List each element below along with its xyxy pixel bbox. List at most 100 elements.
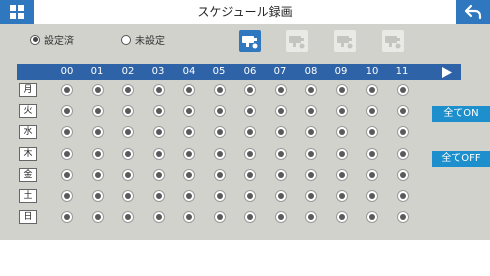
schedule-cell[interactable] [183,169,195,181]
schedule-cell[interactable] [274,190,287,202]
schedule-cell[interactable] [183,148,195,160]
schedule-cell[interactable] [335,211,348,223]
day-label-thu: 木 [19,147,37,161]
schedule-cell[interactable] [152,126,165,138]
schedule-cell[interactable] [61,84,73,96]
camera-4-tab[interactable] [382,30,404,52]
hour-label: 00 [60,66,74,77]
schedule-cell[interactable] [91,126,104,138]
schedule-cell[interactable] [366,211,378,223]
schedule-cell[interactable] [91,105,104,117]
schedule-cell[interactable] [396,148,409,160]
camera-2-tab[interactable] [286,30,308,52]
schedule-cell[interactable] [244,169,256,181]
schedule-cell[interactable] [366,169,378,181]
hour-label: 07 [273,66,287,77]
schedule-cell[interactable] [213,84,226,96]
schedule-cell[interactable] [61,169,73,181]
schedule-cell[interactable] [274,148,287,160]
schedule-cell[interactable] [152,169,165,181]
legend-unset-label: 未設定 [135,36,165,47]
schedule-cell[interactable] [122,190,134,202]
schedule-cell[interactable] [122,211,134,223]
schedule-cell[interactable] [366,190,378,202]
schedule-cell[interactable] [244,211,256,223]
schedule-cell[interactable] [91,148,104,160]
schedule-cell[interactable] [396,190,409,202]
schedule-cell[interactable] [305,84,317,96]
schedule-cell[interactable] [305,126,317,138]
schedule-cell[interactable] [305,190,317,202]
schedule-cell[interactable] [213,105,226,117]
camera-icon [337,36,353,49]
schedule-cell[interactable] [122,169,134,181]
schedule-cell[interactable] [183,105,195,117]
schedule-cell[interactable] [61,190,73,202]
schedule-cell[interactable] [213,169,226,181]
schedule-cell[interactable] [122,148,134,160]
schedule-cell[interactable] [396,84,409,96]
schedule-cell[interactable] [396,211,409,223]
schedule-cell[interactable] [274,84,287,96]
back-button[interactable] [456,0,490,24]
schedule-cell[interactable] [335,169,348,181]
schedule-cell[interactable] [335,190,348,202]
schedule-cell[interactable] [305,148,317,160]
schedule-cell[interactable] [396,169,409,181]
camera-1-tab[interactable] [239,30,261,52]
schedule-cell[interactable] [183,126,195,138]
schedule-cell[interactable] [213,190,226,202]
schedule-cell[interactable] [335,105,348,117]
schedule-cell[interactable] [305,169,317,181]
all-off-button[interactable]: 全てOFF [432,151,490,167]
schedule-cell[interactable] [335,148,348,160]
schedule-cell[interactable] [213,126,226,138]
schedule-cell[interactable] [152,84,165,96]
schedule-cell[interactable] [61,211,73,223]
schedule-cell[interactable] [152,105,165,117]
camera-3-tab[interactable] [334,30,356,52]
schedule-cell[interactable] [91,84,104,96]
schedule-cell[interactable] [213,211,226,223]
schedule-cell[interactable] [305,105,317,117]
schedule-cell[interactable] [274,169,287,181]
legend-unset: 未設定 [121,32,165,47]
schedule-cell[interactable] [396,105,409,117]
schedule-cell[interactable] [335,126,348,138]
schedule-cell[interactable] [152,148,165,160]
schedule-cell[interactable] [152,190,165,202]
schedule-cell[interactable] [366,126,378,138]
schedule-cell[interactable] [91,169,104,181]
next-hours-arrow-icon[interactable] [441,67,453,78]
all-on-button[interactable]: 全てON [432,106,490,122]
schedule-cell[interactable] [183,190,195,202]
schedule-cell[interactable] [305,211,317,223]
schedule-cell[interactable] [366,105,378,117]
schedule-cell[interactable] [366,84,378,96]
schedule-cell[interactable] [274,211,287,223]
schedule-cell[interactable] [91,190,104,202]
schedule-cell[interactable] [244,84,256,96]
schedule-cell[interactable] [91,211,104,223]
schedule-cell[interactable] [183,84,195,96]
schedule-cell[interactable] [396,126,409,138]
schedule-cell[interactable] [152,211,165,223]
schedule-cell[interactable] [244,105,256,117]
schedule-cell[interactable] [61,105,73,117]
schedule-cell[interactable] [213,148,226,160]
schedule-cell[interactable] [183,211,195,223]
schedule-cell[interactable] [274,105,287,117]
schedule-cell[interactable] [244,148,256,160]
schedule-cell[interactable] [335,84,348,96]
schedule-cell[interactable] [244,190,256,202]
day-label-sun: 日 [19,210,37,224]
schedule-cell[interactable] [122,105,134,117]
schedule-cell[interactable] [61,148,73,160]
schedule-cell[interactable] [61,126,73,138]
schedule-cell[interactable] [274,126,287,138]
schedule-cell[interactable] [122,84,134,96]
schedule-cell[interactable] [122,126,134,138]
schedule-cell[interactable] [244,126,256,138]
hour-label: 05 [212,66,226,77]
schedule-cell[interactable] [366,148,378,160]
